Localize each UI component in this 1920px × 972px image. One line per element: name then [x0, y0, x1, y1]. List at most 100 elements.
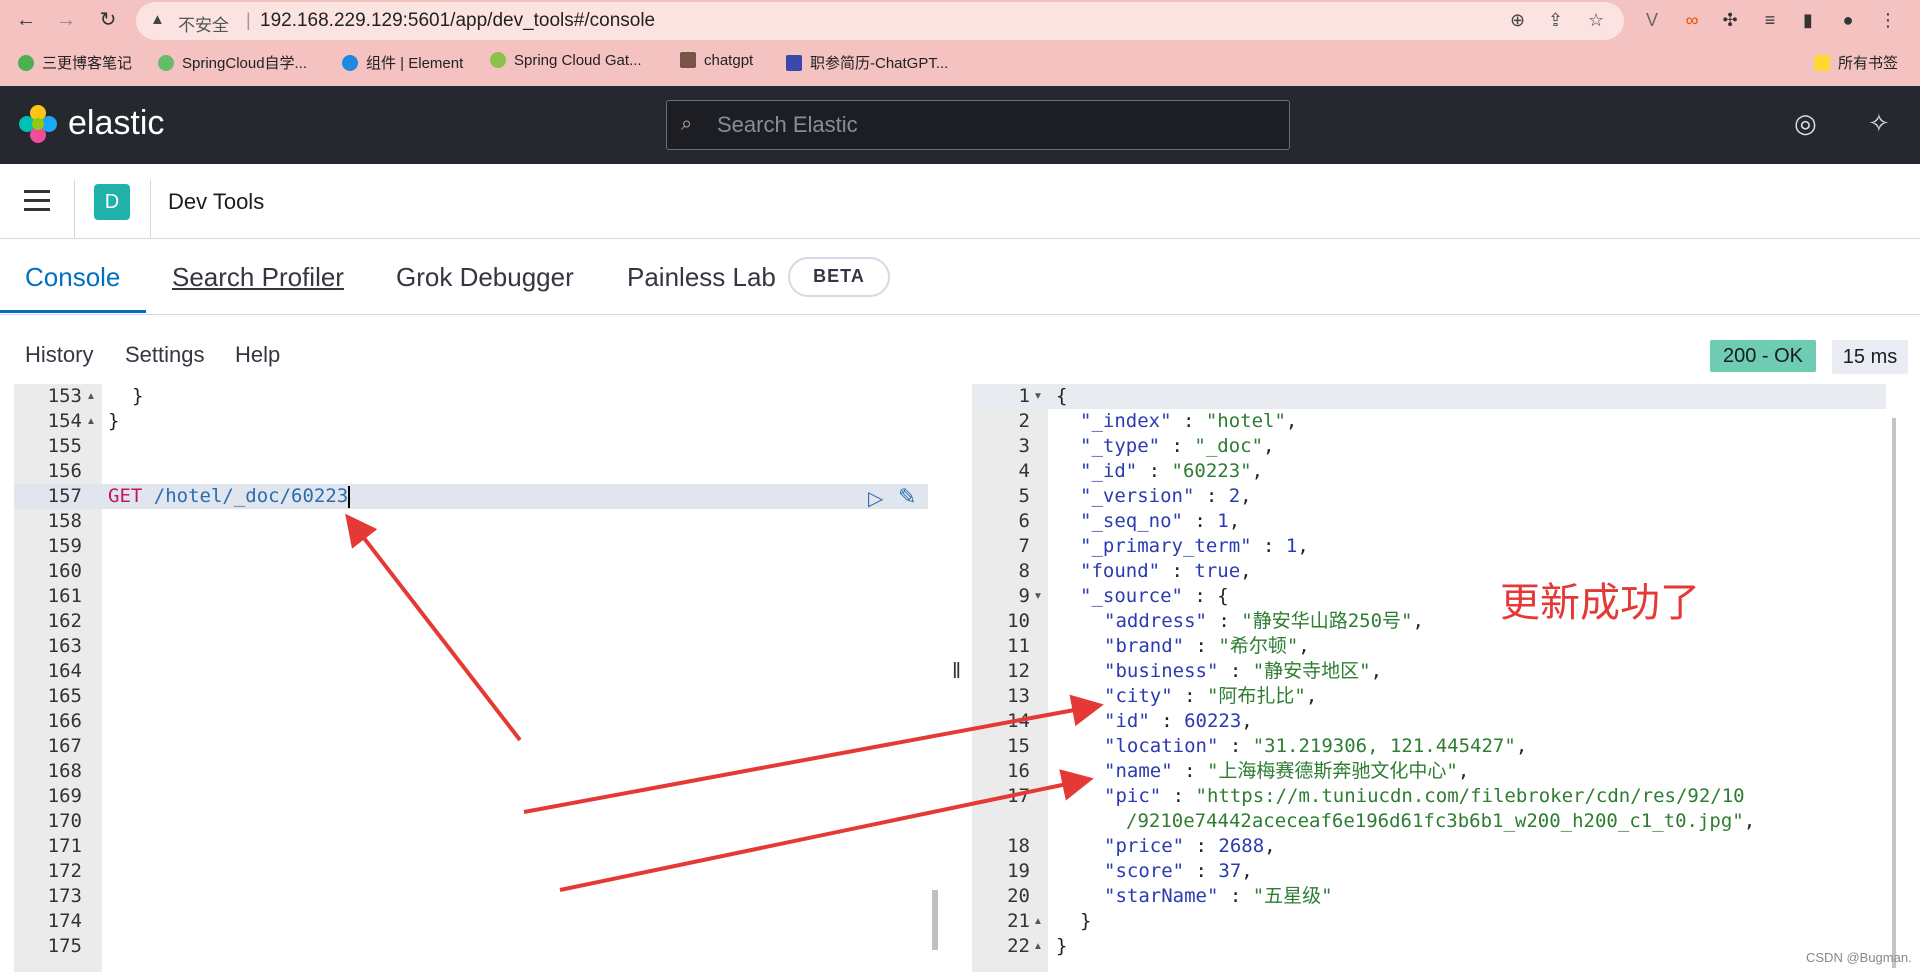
address-bar[interactable]: ▲ 不安全 | 192.168.229.129:5601/app/dev_too… [136, 2, 1624, 40]
help-link[interactable]: Help [235, 342, 280, 368]
back-icon[interactable]: ← [12, 8, 40, 32]
fold-icon[interactable]: ▲ [86, 384, 96, 409]
code-line: /9210e74442aceceaf6e196d61fc3b6b1_w200_h… [1126, 810, 1756, 832]
code-line: "found" : true, [1080, 560, 1252, 582]
line-number: 18 [1007, 835, 1030, 857]
request-path: /hotel/_doc/60223 [153, 485, 349, 507]
watermark: CSDN @Bugman. [1806, 950, 1912, 965]
beta-badge: BETA [788, 257, 890, 297]
menu-icon[interactable] [24, 190, 50, 217]
line-number: 17 [1007, 785, 1030, 807]
url-text[interactable]: 192.168.229.129:5601/app/dev_tools#/cons… [260, 10, 655, 32]
line-number: 174 [47, 910, 82, 932]
warning-icon: ▲ [150, 11, 165, 28]
browser-chrome: ← → ↻ ▲ 不安全 | 192.168.229.129:5601/app/d… [0, 0, 1920, 86]
code-line: "city" : "阿布扎比", [1104, 685, 1318, 707]
folder-icon [1814, 55, 1830, 71]
sidepanel-icon[interactable]: ▮ [1796, 8, 1820, 32]
page-title: Dev Tools [168, 189, 265, 214]
history-link[interactable]: History [25, 342, 93, 368]
request-editor[interactable] [14, 384, 948, 972]
elastic-header: elastic ⌕ Search Elastic ◎ ✧ [0, 86, 1920, 164]
line-number: 155 [47, 435, 82, 457]
extension-v-icon[interactable]: V [1640, 8, 1664, 32]
line-number: 168 [47, 760, 82, 782]
code-line: "_seq_no" : 1, [1080, 510, 1241, 532]
line-number: 9 [1018, 585, 1030, 607]
code-line: "score" : 37, [1104, 860, 1253, 882]
request-method: GET [108, 485, 143, 507]
bookmark-icon [490, 52, 506, 68]
reload-icon[interactable]: ↻ [94, 8, 122, 32]
tab-grok-debugger[interactable]: Grok Debugger [396, 262, 574, 293]
code-line: "_index" : "hotel", [1080, 410, 1298, 432]
bookmark-icon [342, 55, 358, 71]
insecure-label: 不安全 [178, 16, 229, 35]
tab-search-profiler[interactable]: Search Profiler [172, 262, 344, 293]
fold-icon[interactable]: ▲ [86, 409, 96, 434]
code-line: "price" : 2688, [1104, 835, 1276, 857]
bookmark-item[interactable]: 组件 | Element [342, 52, 463, 73]
annotation-text: 更新成功了 [1500, 581, 1700, 625]
line-number: 22 [1007, 935, 1030, 957]
star-icon[interactable]: ☆ [1588, 10, 1604, 31]
bookmark-item[interactable]: 三更博客笔记 [18, 52, 132, 73]
bookmark-item[interactable]: SpringCloud自学... [158, 52, 307, 73]
search-input[interactable]: ⌕ Search Elastic [666, 100, 1290, 150]
line-number: 154 [47, 410, 82, 432]
line-number: 164 [47, 660, 82, 682]
fold-icon[interactable]: ▲ [1033, 909, 1043, 934]
line-number: 167 [47, 735, 82, 757]
response-active-line [972, 384, 1886, 409]
code-line: "name" : "上海梅赛德斯奔驰文化中心", [1104, 760, 1470, 782]
code-line: "_primary_term" : 1, [1080, 535, 1309, 557]
bookmark-item[interactable]: Spring Cloud Gat... [490, 52, 642, 69]
share-icon[interactable]: ⇪ [1548, 10, 1563, 31]
elastic-logo-icon[interactable] [18, 104, 58, 144]
wrench-icon[interactable]: ✎ [898, 484, 916, 510]
zoom-icon[interactable]: ⊕ [1510, 10, 1525, 31]
line-number: 163 [47, 635, 82, 657]
bookmark-label: SpringCloud自学... [182, 55, 308, 72]
profile-icon[interactable]: ● [1836, 8, 1860, 32]
request-line: GET /hotel/_doc/60223 [108, 484, 351, 509]
tab-console[interactable]: Console [25, 262, 120, 293]
newsfeed-icon[interactable]: ✧ [1868, 108, 1890, 139]
bookmark-label: chatgpt [704, 52, 754, 69]
status-badge: 200 - OK [1710, 340, 1816, 372]
search-placeholder: Search Elastic [717, 112, 858, 137]
all-bookmarks-label: 所有书签 [1838, 55, 1899, 72]
line-number: 171 [47, 835, 82, 857]
code-line: } [1080, 910, 1092, 932]
request-scrollbar[interactable] [932, 890, 938, 950]
more-icon[interactable]: ⋮ [1876, 8, 1900, 32]
code-line: "id" : 60223, [1104, 710, 1253, 732]
line-number: 7 [1018, 535, 1030, 557]
line-number: 172 [47, 860, 82, 882]
help-icon[interactable]: ◎ [1794, 108, 1817, 139]
code-line: } [108, 410, 120, 432]
extension-infinity-icon[interactable]: ∞ [1680, 8, 1704, 32]
play-icon[interactable]: ▷ [868, 486, 883, 511]
line-number: 153 [47, 385, 82, 407]
space-badge[interactable]: D [94, 184, 130, 220]
pane-resizer[interactable]: ‖ [952, 658, 961, 684]
response-scrollbar[interactable] [1892, 418, 1896, 968]
line-number: 165 [47, 685, 82, 707]
tab-painless-lab[interactable]: Painless Lab [627, 262, 776, 293]
code-line: } [132, 385, 144, 407]
fold-icon[interactable]: ▲ [1033, 934, 1043, 959]
fold-icon[interactable]: ▼ [1033, 384, 1043, 409]
bookmark-item[interactable]: 职参简历-ChatGPT... [786, 52, 948, 73]
settings-link[interactable]: Settings [125, 342, 205, 368]
line-number: 175 [47, 935, 82, 957]
fold-icon[interactable]: ▼ [1033, 584, 1043, 609]
puzzle-icon[interactable]: ✣ [1718, 8, 1742, 32]
bookmark-item[interactable]: chatgpt [680, 52, 753, 69]
line-number: 4 [1018, 460, 1030, 482]
divider [150, 180, 151, 238]
code-line: } [1056, 935, 1068, 957]
forward-icon[interactable]: → [52, 8, 80, 32]
all-bookmarks[interactable]: 所有书签 [1814, 52, 1898, 73]
reading-list-icon[interactable]: ≡ [1758, 8, 1782, 32]
